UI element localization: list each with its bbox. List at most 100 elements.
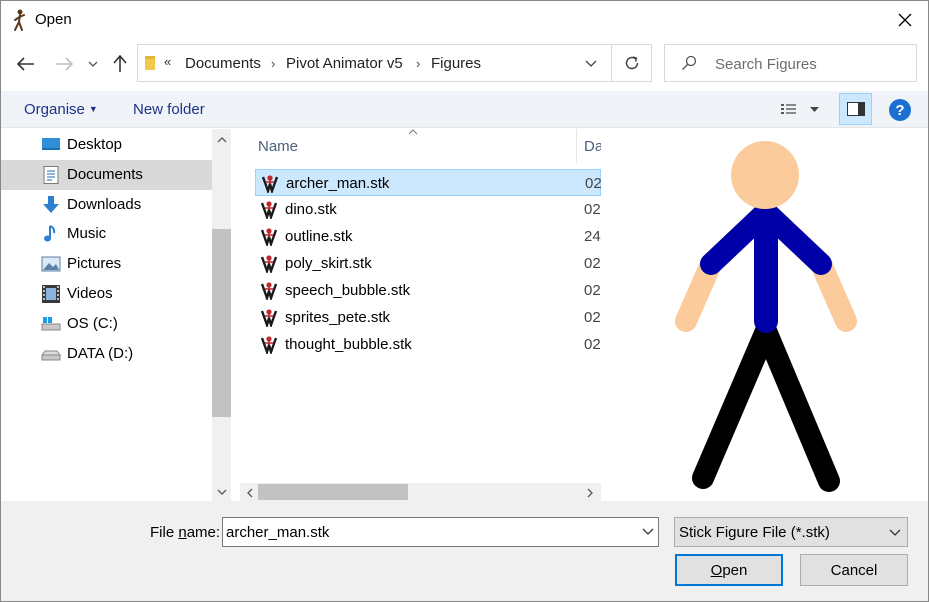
breadcrumb-overflow[interactable]: « (164, 54, 171, 69)
file-date: 02 (584, 201, 601, 218)
chevron-down-icon (889, 529, 901, 536)
horizontal-scrollbar[interactable] (240, 483, 601, 501)
search-box[interactable]: Search Figures (664, 44, 917, 82)
new-folder-button[interactable]: New folder (133, 101, 205, 118)
help-button[interactable]: ? (889, 99, 911, 121)
preview-pane-icon (846, 102, 865, 116)
file-name-combo[interactable] (222, 517, 659, 547)
file-name: dino.stk (285, 201, 337, 218)
scroll-down-icon[interactable] (212, 483, 231, 500)
file-row[interactable]: speech_bubble.stk 02 (255, 277, 601, 304)
breadcrumb-pivot-animator[interactable]: Pivot Animator v5 (286, 55, 403, 72)
column-header-name[interactable]: Name (258, 138, 298, 155)
open-access-key: O (710, 561, 723, 579)
nav-item-pictures[interactable]: Pictures (1, 249, 212, 279)
breadcrumb-documents[interactable]: Documents (185, 55, 261, 72)
breadcrumb-figures[interactable]: Figures (431, 55, 481, 72)
videos-icon (42, 285, 60, 303)
title-bar: Open (1, 1, 928, 39)
file-date: 02 (584, 282, 601, 299)
nav-item-music[interactable]: Music (1, 219, 212, 249)
open-dialog: Open « Documents › Pivot Animator v5 › F… (0, 0, 929, 602)
back-button[interactable] (13, 49, 39, 79)
address-dropdown-button[interactable] (578, 45, 604, 81)
cancel-button[interactable]: Cancel (800, 554, 908, 586)
file-name-label-part: ame: (186, 524, 221, 541)
nav-scrollbar-thumb[interactable] (212, 229, 231, 417)
nav-item-label: Videos (67, 285, 113, 302)
open-button[interactable]: Open (675, 554, 783, 586)
stk-file-icon (259, 308, 279, 329)
up-button[interactable] (107, 49, 133, 79)
dialog-footer: File name: Stick Figure File (*.stk) Ope… (1, 501, 928, 601)
stick-figure-preview (675, 141, 857, 492)
preview-pane-button[interactable] (839, 93, 872, 125)
scroll-left-icon[interactable] (240, 484, 259, 501)
file-name: poly_skirt.stk (285, 255, 372, 272)
forward-button[interactable] (51, 49, 77, 79)
nav-item-documents[interactable]: Documents (1, 160, 212, 190)
file-row[interactable]: dino.stk 02 (255, 196, 601, 223)
file-row[interactable]: outline.stk 24 (255, 223, 601, 250)
caret-down-icon: ▼ (88, 104, 98, 114)
downloads-icon (43, 196, 59, 213)
file-date: 02 (584, 309, 601, 326)
chevron-down-icon (88, 61, 98, 67)
file-row[interactable]: thought_bubble.stk 02 (255, 331, 601, 358)
scroll-right-icon[interactable] (580, 484, 599, 501)
nav-item-label: Documents (67, 166, 143, 183)
arrow-left-icon (17, 57, 34, 71)
drive-c-icon (41, 317, 61, 331)
file-row[interactable]: sprites_pete.stk 02 (255, 304, 601, 331)
file-list: Name Da V5 archer_man.stk02dino.stk02out… (240, 127, 631, 501)
folder-icon (145, 56, 155, 70)
recent-locations-button[interactable] (83, 49, 103, 79)
file-row[interactable]: poly_skirt.stk 02 (255, 250, 601, 277)
file-name-label: File name: (150, 524, 220, 541)
change-view-button[interactable] (778, 100, 824, 120)
chevron-down-icon (585, 60, 597, 67)
navigation-pane: Desktop Documents Downloads Music Pictur… (1, 129, 232, 501)
file-date: 02 (584, 255, 601, 272)
nav-item-label: OS (C:) (67, 315, 118, 332)
nav-item-desktop[interactable]: Desktop (1, 130, 212, 160)
nav-item-data-d[interactable]: DATA (D:) (1, 339, 212, 369)
stk-file-icon (259, 227, 279, 248)
file-date: 02 (584, 336, 601, 353)
nav-item-os-c[interactable]: OS (C:) (1, 309, 212, 339)
stk-file-icon (259, 200, 279, 221)
file-row[interactable]: archer_man.stk 02 (255, 169, 602, 196)
file-name-label-access-key: n (178, 524, 187, 541)
stk-file-icon (259, 335, 279, 356)
nav-scrollbar[interactable] (212, 129, 231, 501)
horizontal-scrollbar-thumb[interactable] (258, 484, 408, 500)
chevron-down-icon[interactable] (642, 524, 654, 538)
nav-item-downloads[interactable]: Downloads (1, 190, 212, 220)
desktop-icon (42, 138, 60, 150)
address-bar[interactable]: « Documents › Pivot Animator v5 › Figure… (137, 44, 652, 82)
file-name: archer_man.stk (286, 175, 390, 192)
music-icon (44, 225, 56, 242)
refresh-button[interactable] (611, 45, 651, 81)
arrow-right-icon (56, 57, 73, 71)
organise-menu-button[interactable]: Organise ▼ (24, 101, 98, 118)
scroll-up-icon[interactable] (212, 131, 231, 148)
search-placeholder[interactable]: Search Figures (715, 56, 817, 73)
close-button[interactable] (882, 1, 928, 39)
column-divider[interactable] (576, 129, 577, 163)
breadcrumb-separator-icon[interactable]: › (271, 56, 275, 71)
file-date: 02 (585, 175, 602, 192)
preview-pane (601, 129, 928, 501)
nav-item-label: Downloads (67, 196, 142, 213)
window-title: Open (35, 11, 72, 28)
file-name-input[interactable] (226, 522, 626, 542)
file-type-select[interactable]: Stick Figure File (*.stk) (674, 517, 908, 547)
breadcrumb-separator-icon[interactable]: › (416, 56, 420, 71)
arrow-up-icon (113, 55, 127, 72)
sort-ascending-icon (408, 127, 418, 138)
caret-down-icon (810, 107, 819, 112)
pivot-app-icon (14, 9, 25, 31)
nav-item-videos[interactable]: Videos (1, 279, 212, 309)
nav-item-label: Music (67, 225, 107, 242)
open-label: pen (722, 561, 748, 579)
